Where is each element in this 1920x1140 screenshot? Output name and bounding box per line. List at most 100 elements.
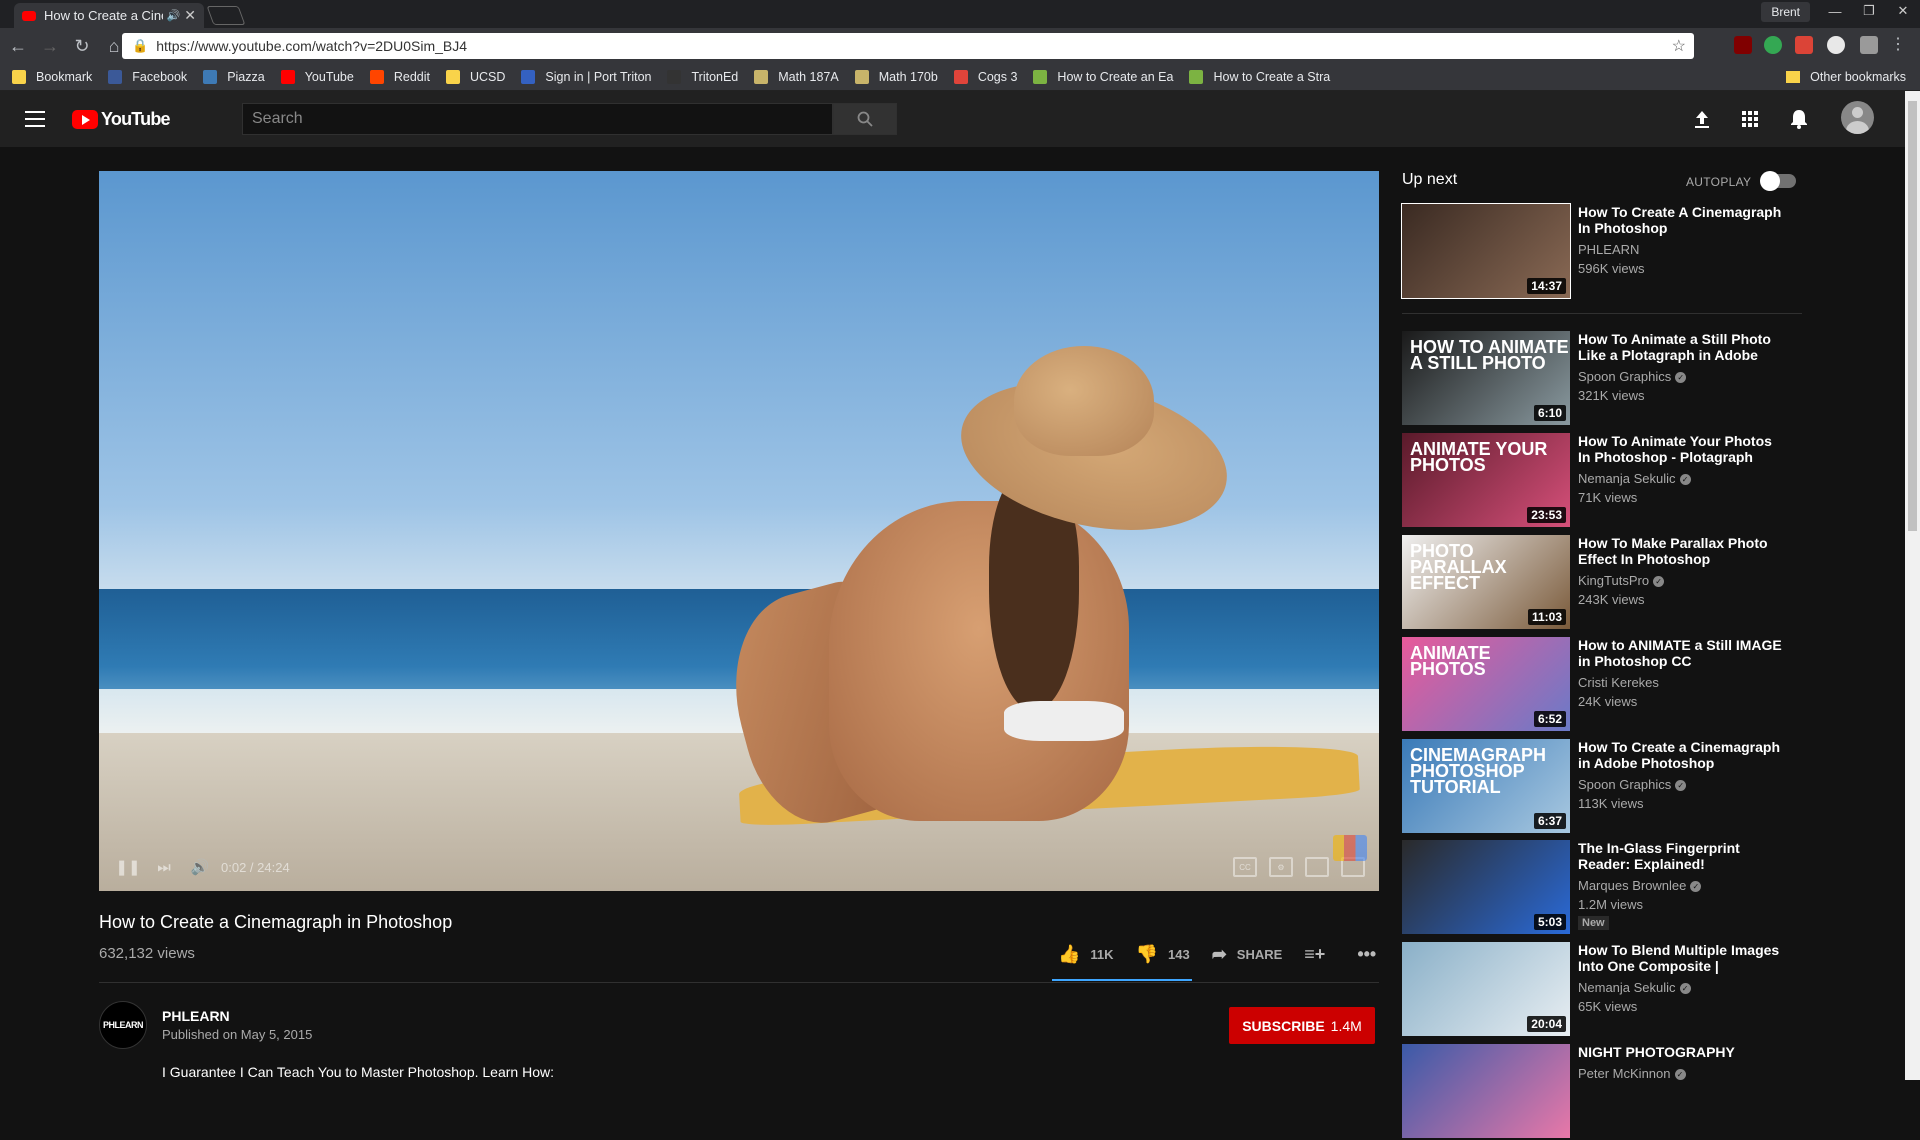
up-next-video-item[interactable]: ANIMATE PHOTOS 6:52 How to ANIMATE a Still… xyxy=(1402,637,1822,733)
speaker-icon[interactable]: 🔊 xyxy=(167,9,181,22)
next-icon[interactable]: ⏭ xyxy=(149,859,179,876)
video-thumbnail[interactable]: CINEMAGRAPH PHOTOSHOP TUTORIAL 6:37 xyxy=(1402,739,1570,833)
bookmark-item[interactable]: Facebook xyxy=(108,70,187,84)
page-scrollbar[interactable] xyxy=(1905,91,1920,1080)
forward-icon[interactable]: → xyxy=(36,32,64,60)
apps-grid-icon[interactable] xyxy=(1737,106,1763,132)
bookmark-item[interactable]: How to Create an Ea xyxy=(1033,70,1173,84)
bookmark-item[interactable]: TritonEd xyxy=(667,70,738,84)
bookmark-item[interactable]: How to Create a Stra xyxy=(1189,70,1330,84)
video-title-link[interactable]: How To Blend Multiple Images Into One Co… xyxy=(1578,942,1788,974)
upload-icon[interactable] xyxy=(1689,106,1715,132)
video-thumbnail[interactable]: ANIMATE YOUR PHOTOS 23:53 xyxy=(1402,433,1570,527)
channel-name[interactable]: KingTutsPro xyxy=(1578,573,1649,588)
up-next-video-item[interactable]: 14:37 How To Create A Cinemagraph In Phot… xyxy=(1401,203,1822,300)
video-title-link[interactable]: How To Animate a Still Photo Like a Plot… xyxy=(1578,331,1788,363)
channel-name[interactable]: Cristi Kerekes xyxy=(1578,675,1659,690)
minimize-icon[interactable]: — xyxy=(1818,0,1852,22)
lock-icon: 🔒 xyxy=(132,38,149,53)
back-icon[interactable]: ← xyxy=(4,32,32,60)
browser-tab[interactable]: How to Create a Cine 🔊 ✕ xyxy=(14,3,204,28)
autoplay-toggle[interactable] xyxy=(1760,171,1796,191)
more-actions-button[interactable]: ••• xyxy=(1357,944,1386,965)
channel-avatar[interactable]: PHLEARN xyxy=(99,1001,147,1049)
channel-name[interactable]: Marques Brownlee xyxy=(1578,878,1686,893)
bookmark-label: TritonEd xyxy=(691,70,739,84)
channel-name[interactable]: Peter McKinnon xyxy=(1578,1066,1671,1081)
account-avatar[interactable] xyxy=(1841,101,1874,134)
add-to-playlist-button[interactable]: ≡+ xyxy=(1304,944,1335,965)
search-input[interactable]: Search xyxy=(242,103,833,135)
extension-icon[interactable] xyxy=(1764,36,1782,54)
video-thumbnail[interactable]: ANIMATE PHOTOS 6:52 xyxy=(1402,637,1570,731)
video-title-link[interactable]: How To Create a Cinemagraph in Adobe Pho… xyxy=(1578,739,1788,771)
video-title-link[interactable]: NIGHT PHOTOGRAPHY xyxy=(1578,1044,1788,1060)
captions-icon[interactable]: CC xyxy=(1233,857,1257,877)
channel-name[interactable]: Nemanja Sekulic xyxy=(1578,980,1676,995)
channel-name[interactable]: Spoon Graphics xyxy=(1578,777,1671,792)
up-next-video-item[interactable]: NIGHT PHOTOGRAPHY Peter McKinnon ✓ xyxy=(1402,1044,1822,1140)
video-title-link[interactable]: How To Make Parallax Photo Effect In Pho… xyxy=(1578,535,1788,567)
channel-name[interactable]: Spoon Graphics xyxy=(1578,369,1671,384)
scrollbar-thumb[interactable] xyxy=(1908,101,1917,531)
up-next-video-item[interactable]: CINEMAGRAPH PHOTOSHOP TUTORIAL 6:37 How To… xyxy=(1402,739,1822,835)
subscribe-button[interactable]: SUBSCRIBE 1.4M xyxy=(1229,1007,1375,1044)
up-next-video-item[interactable]: ANIMATE YOUR PHOTOS 23:53 How To Animate Y… xyxy=(1402,433,1822,529)
dislike-button[interactable]: 👎 143 xyxy=(1136,944,1190,965)
share-button[interactable]: ➦ SHARE xyxy=(1212,944,1283,965)
bookmark-item[interactable]: UCSD xyxy=(445,70,505,84)
close-window-icon[interactable]: ✕ xyxy=(1886,0,1920,22)
channel-name[interactable]: Nemanja Sekulic xyxy=(1578,471,1676,486)
video-player[interactable]: ❚❚ ⏭ 🔊 0:02 / 24:24 CC ⚙ xyxy=(99,171,1379,891)
ublock-extension-icon[interactable] xyxy=(1734,36,1752,54)
video-title-link[interactable]: How To Animate Your Photos In Photoshop … xyxy=(1578,433,1788,465)
search-button[interactable] xyxy=(833,103,897,135)
extension-icon[interactable] xyxy=(1795,36,1813,54)
pause-icon[interactable]: ❚❚ xyxy=(113,858,143,876)
bookmark-item[interactable]: Math 187A xyxy=(754,70,839,84)
reload-icon[interactable]: ↻ xyxy=(68,32,96,60)
youtube-logo[interactable]: YouTube xyxy=(72,109,171,130)
extension-icon[interactable] xyxy=(1860,36,1878,54)
bookmark-item[interactable]: Math 170b xyxy=(854,70,938,84)
up-next-video-item[interactable]: 5:03 The In-Glass Fingerprint Reader: Exp… xyxy=(1402,840,1822,936)
channel-name-row: Peter McKinnon ✓ xyxy=(1578,1066,1788,1081)
video-thumbnail[interactable]: 14:37 xyxy=(1401,203,1571,299)
subscriber-count: 1.4M xyxy=(1330,1017,1362,1034)
video-title-link[interactable]: How to ANIMATE a Still IMAGE in Photosho… xyxy=(1578,637,1788,669)
bookmark-item[interactable]: Piazza xyxy=(203,70,265,84)
address-bar[interactable]: 🔒 https://www.youtube.com/watch?v=2DU0Si… xyxy=(122,33,1694,59)
video-thumbnail[interactable] xyxy=(1402,1044,1570,1138)
menu-icon[interactable] xyxy=(25,111,45,127)
restore-icon[interactable]: ❐ xyxy=(1852,0,1886,22)
bookmark-item[interactable]: Sign in | Port Triton xyxy=(521,70,651,84)
notifications-bell-icon[interactable] xyxy=(1786,106,1812,132)
new-tab-button[interactable] xyxy=(206,6,246,25)
video-thumbnail[interactable]: 5:03 xyxy=(1402,840,1570,934)
channel-name[interactable]: PHLEARN xyxy=(162,1008,230,1024)
video-title-link[interactable]: How To Create A Cinemagraph In Photoshop xyxy=(1578,204,1788,236)
video-thumbnail[interactable]: 20:04 xyxy=(1402,942,1570,1036)
other-bookmarks[interactable]: Other bookmarks xyxy=(1786,70,1906,84)
chrome-menu-icon[interactable]: ⋮ xyxy=(1890,34,1906,54)
channel-name[interactable]: PHLEARN xyxy=(1578,242,1639,257)
browser-toolbar: ← → ↻ ⌂ 🔒 https://www.youtube.com/watch?… xyxy=(0,28,1920,64)
video-thumbnail[interactable]: HOW TO ANIMATE A STILL PHOTO 6:10 xyxy=(1402,331,1570,425)
up-next-video-item[interactable]: 20:04 How To Blend Multiple Images Into O… xyxy=(1402,942,1822,1038)
close-tab-icon[interactable]: ✕ xyxy=(184,7,196,24)
theater-mode-icon[interactable] xyxy=(1305,857,1329,877)
profile-button[interactable]: Brent xyxy=(1761,2,1810,22)
like-button[interactable]: 👍 11K xyxy=(1058,944,1114,965)
volume-icon[interactable]: 🔊 xyxy=(185,858,215,876)
bookmark-item[interactable]: Cogs 3 xyxy=(953,70,1017,84)
bookmark-item[interactable]: YouTube xyxy=(280,70,354,84)
bookmark-item[interactable]: Bookmark xyxy=(12,70,92,84)
video-title-link[interactable]: The In-Glass Fingerprint Reader: Explain… xyxy=(1578,840,1788,872)
settings-icon[interactable]: ⚙ xyxy=(1269,857,1293,877)
video-thumbnail[interactable]: PHOTO PARALLAX EFFECT 11:03 xyxy=(1402,535,1570,629)
up-next-video-item[interactable]: PHOTO PARALLAX EFFECT 11:03 How To Make Pa… xyxy=(1402,535,1822,631)
bookmark-item[interactable]: Reddit xyxy=(369,70,430,84)
up-next-video-item[interactable]: HOW TO ANIMATE A STILL PHOTO 6:10 How To A… xyxy=(1402,331,1822,427)
bookmark-star-icon[interactable]: ☆ xyxy=(1672,36,1686,56)
extension-icon[interactable] xyxy=(1827,36,1845,54)
